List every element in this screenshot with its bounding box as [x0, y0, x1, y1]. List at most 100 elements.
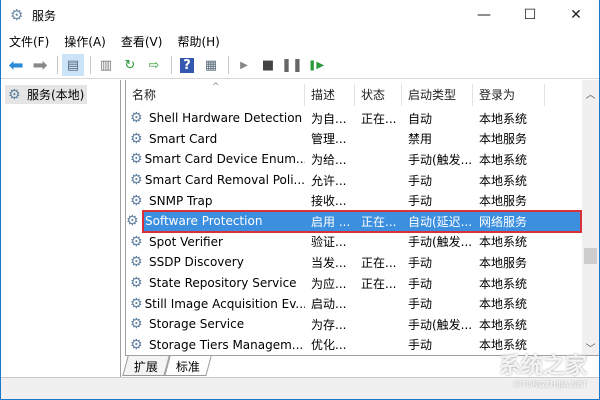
service-name-cell: ⚙ Software Protection [126, 213, 263, 230]
service-gear-icon: ⚙ [130, 336, 143, 353]
service-log-on-as: 本地服务 [479, 194, 528, 209]
column-description[interactable]: 描述 [305, 84, 355, 106]
service-name-cell: ⚙ Storage Tiers Managem... [126, 337, 305, 353]
service-log-on-as: 本地系统 [479, 317, 528, 332]
service-name: Shell Hardware Detection [149, 111, 303, 126]
service-gear-icon: ⚙ [130, 130, 143, 147]
console-icon[interactable]: ▦ [200, 54, 222, 76]
menu-action[interactable]: 操作(A) [64, 33, 106, 50]
service-name-cell: ⚙ Still Image Acquisition Ev... [126, 296, 305, 312]
table-row[interactable]: ⚙ Storage Service 为存... 手动(触发... 本地系统 [126, 314, 581, 335]
service-gear-icon: ⚙ [130, 275, 143, 292]
show-hide-tree-icon[interactable]: ▤ [62, 54, 84, 76]
service-log-on-as: 本地系统 [479, 276, 528, 291]
service-description: 当发... [311, 255, 347, 270]
tree-item-services-local[interactable]: ⚙ 服务(本地) [5, 85, 88, 104]
service-log-on-as: 本地系统 [479, 235, 528, 250]
close-button[interactable]: ✕ [553, 0, 599, 30]
toolbar: ⬅ ➡ ▤ ▥ ↻ ⇨ ? ▦ ▶ ■ ❚❚ ❚▶ [1, 52, 599, 79]
divider [90, 56, 91, 74]
column-status[interactable]: 状态 [355, 84, 402, 106]
service-startup-type: 手动 [408, 338, 433, 353]
service-name: State Repository Service [149, 276, 297, 291]
service-startup-type: 手动(触发... [408, 317, 473, 332]
service-log-on-as: 本地系统 [479, 297, 528, 312]
service-name-cell: ⚙ Smart Card Removal Poli... [126, 172, 305, 188]
column-startup-type[interactable]: 启动类型 [402, 84, 473, 106]
scrollbar-thumb[interactable] [584, 248, 597, 264]
service-gear-icon: ⚙ [130, 192, 143, 209]
service-name: Smart Card [149, 131, 218, 146]
service-description: 接收... [311, 194, 347, 209]
service-description: 为应... [311, 276, 347, 291]
service-log-on-as: 本地服务 [479, 132, 528, 147]
service-log-on-as: 本地系统 [479, 111, 528, 126]
tab-standard[interactable]: 标准 [164, 356, 212, 376]
service-name-cell: ⚙ Smart Card Device Enum... [126, 151, 305, 167]
column-headers: 名称 ^ 描述 状态 启动类型 登录为 [126, 82, 581, 106]
menu-view[interactable]: 查看(V) [121, 33, 163, 50]
service-name: SSDP Discovery [149, 255, 244, 270]
help-icon[interactable]: ? [176, 54, 198, 76]
table-row[interactable]: ⚙ SNMP Trap 接收... 手动 本地服务 [126, 190, 581, 211]
vertical-scrollbar[interactable]: ︿ ﹀ [582, 80, 599, 355]
services-gear-icon: ⚙ [8, 86, 21, 103]
service-name: Smart Card Device Enum... [144, 152, 305, 167]
service-gear-icon: ⚙ [130, 254, 143, 271]
service-name-cell: ⚙ Shell Hardware Detection [126, 110, 305, 126]
service-status: 正在... [361, 111, 397, 126]
service-status: 正在... [361, 214, 397, 229]
column-log-on-as[interactable]: 登录为 [473, 84, 545, 106]
maximize-button[interactable]: ☐ [507, 0, 553, 30]
service-name: Spot Verifier [149, 234, 223, 249]
table-row[interactable]: ⚙ State Repository Service 为应... 正在... 手动 本地系… [126, 273, 581, 294]
table-row[interactable]: ⚙ Smart Card Device Enum... 为给... 手动(触发... 本… [126, 149, 581, 170]
title-bar: ⚙ 服务 — ☐ ✕ [1, 0, 599, 30]
table-row[interactable]: ⚙ Shell Hardware Detection 为自... 正在... 自动 本地系… [126, 108, 581, 129]
tree-pane: ⚙ 服务(本地) [1, 80, 121, 377]
table-row[interactable]: ⚙ Smart Card Removal Poli... 允许... 手动 本地系统 [126, 170, 581, 191]
export-icon[interactable]: ⇨ [143, 54, 165, 76]
table-row[interactable]: ⚙ Spot Verifier 验证... 手动(触发... 本地系统 [126, 232, 581, 253]
service-name-cell: ⚙ SNMP Trap [126, 193, 305, 209]
divider [57, 56, 58, 74]
service-name: Still Image Acquisition Ev... [144, 296, 305, 311]
service-startup-type: 手动 [408, 194, 433, 209]
start-icon[interactable]: ▶ [233, 54, 255, 76]
service-description: 为给... [311, 152, 347, 167]
sort-asc-icon: ^ [212, 82, 220, 92]
watermark-sub: XITONGZHIJIA.NET [513, 380, 587, 389]
service-description: 为自... [311, 111, 347, 126]
menu-file[interactable]: 文件(F) [9, 33, 49, 50]
menu-help[interactable]: 帮助(H) [177, 33, 219, 50]
service-name-cell: ⚙ Storage Service [126, 316, 305, 332]
tree-item-label: 服务(本地) [27, 88, 85, 102]
back-icon[interactable]: ⬅ [5, 54, 27, 76]
service-gear-icon: ⚙ [130, 295, 143, 312]
service-gear-icon: ⚙ [130, 316, 143, 333]
scroll-up-icon[interactable]: ︿ [582, 86, 599, 101]
stop-icon[interactable]: ■ [257, 54, 279, 76]
window-title: 服务 [32, 8, 57, 23]
service-startup-type: 自动 [408, 111, 433, 126]
tab-extended[interactable]: 扩展 [122, 356, 170, 376]
column-name[interactable]: 名称 ^ [126, 82, 305, 106]
tab-label: 标准 [175, 360, 200, 374]
services-gear-icon: ⚙ [10, 6, 24, 24]
table-row[interactable]: ⚙ Smart Card 管理... 禁用 本地服务 [126, 129, 581, 150]
properties-icon[interactable]: ▥ [95, 54, 117, 76]
minimize-button[interactable]: — [461, 0, 507, 30]
table-row[interactable]: ⚙ Software Protection 启用 ... 正在... 自动(延迟... 网… [126, 209, 582, 233]
pause-icon[interactable]: ❚❚ [281, 54, 303, 76]
forward-icon[interactable]: ➡ [29, 54, 51, 76]
service-startup-type: 手动 [408, 255, 433, 270]
resume-icon[interactable]: ❚▶ [305, 54, 327, 76]
service-description: 允许... [311, 173, 347, 188]
table-row[interactable]: ⚙ SSDP Discovery 当发... 正在... 手动 本地服务 [126, 252, 581, 273]
services-list: 名称 ^ 描述 状态 启动类型 登录为 ⚙ Shell Hardware Detec… [125, 80, 599, 356]
service-gear-icon: ⚙ [130, 151, 143, 168]
service-log-on-as: 本地系统 [479, 152, 528, 167]
refresh-icon[interactable]: ↻ [119, 54, 141, 76]
service-name-cell: ⚙ Spot Verifier [126, 234, 305, 250]
table-row[interactable]: ⚙ Still Image Acquisition Ev... 启动... 手动 本地系… [126, 293, 581, 314]
